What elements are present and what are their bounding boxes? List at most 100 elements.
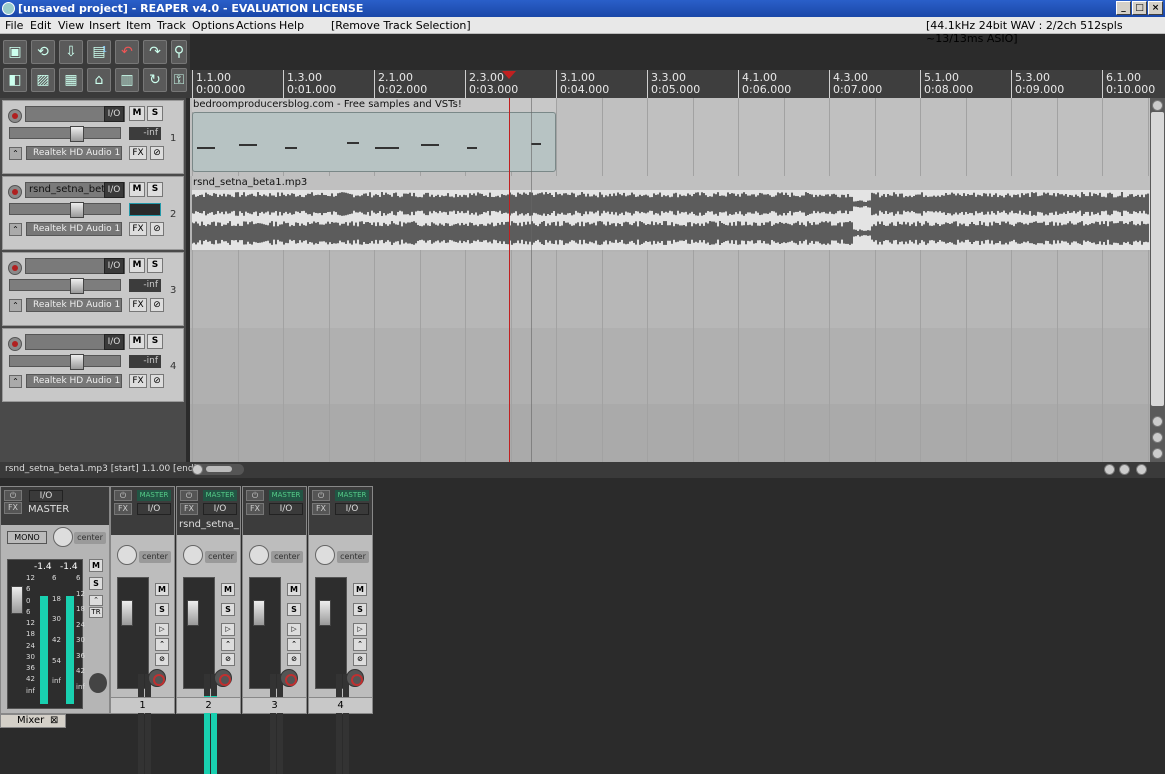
solo-button[interactable]: S xyxy=(147,258,163,273)
fader-cap[interactable] xyxy=(121,600,133,626)
mute-button[interactable]: M xyxy=(155,583,169,596)
record-arm-icon[interactable] xyxy=(214,669,232,687)
menu-file[interactable]: File xyxy=(5,19,23,32)
fx-button[interactable]: FX xyxy=(129,146,147,160)
mute-button[interactable]: M xyxy=(129,182,145,197)
phase-icon[interactable]: ⊘ xyxy=(150,146,164,160)
pan-knob[interactable] xyxy=(315,545,335,565)
fx-button[interactable]: FX xyxy=(129,298,147,312)
solo-button[interactable]: S xyxy=(155,603,169,616)
phase-icon[interactable]: ⊘ xyxy=(150,298,164,312)
mute-button[interactable]: M xyxy=(129,334,145,349)
track-4-lane[interactable] xyxy=(190,328,1150,404)
solo-button[interactable]: S xyxy=(353,603,367,616)
output-route-select[interactable]: Realtek HD Audio 1 xyxy=(26,146,122,160)
master-send-button[interactable]: MASTER xyxy=(203,490,237,501)
envelope-icon[interactable]: ⌃ xyxy=(287,638,301,651)
play-icon[interactable]: ▷ xyxy=(353,623,367,636)
redo-icon[interactable]: ↷ xyxy=(143,40,167,64)
menu-item[interactable]: Item xyxy=(126,19,151,32)
record-arm-icon[interactable] xyxy=(8,185,22,199)
grid-lines-icon[interactable]: ▥ xyxy=(115,68,139,92)
master-fx-button[interactable]: FX xyxy=(4,502,22,514)
fx-button[interactable]: FX xyxy=(129,222,147,236)
track-4-header[interactable]: I/O M S -inf ⌃ Realtek HD Audio 1 FX ⊘ 4 xyxy=(2,328,184,402)
menu-track[interactable]: Track xyxy=(157,19,186,32)
horizontal-scrollbar[interactable] xyxy=(192,464,244,475)
play-icon[interactable]: ▷ xyxy=(287,623,301,636)
fx-button[interactable]: FX xyxy=(129,374,147,388)
io-button[interactable]: I/O xyxy=(104,182,124,198)
ripple-edit-icon[interactable]: ▨ xyxy=(31,68,55,92)
mute-button[interactable]: M xyxy=(353,583,367,596)
master-io-button[interactable]: I/O xyxy=(29,490,63,502)
menu-help[interactable]: Help xyxy=(279,19,304,32)
master-pan-knob[interactable] xyxy=(53,527,73,547)
io-button[interactable]: I/O xyxy=(104,106,124,122)
io-button[interactable]: I/O xyxy=(269,503,303,515)
fader-cap[interactable] xyxy=(253,600,265,626)
envelope-icon[interactable]: ⌃ xyxy=(9,147,22,160)
phase-icon[interactable]: ⊘ xyxy=(150,222,164,236)
menu-view[interactable]: View xyxy=(58,19,84,32)
mute-button[interactable]: M xyxy=(287,583,301,596)
io-button[interactable]: I/O xyxy=(203,503,237,515)
io-button[interactable]: I/O xyxy=(104,258,124,274)
hzoom-in-icon[interactable] xyxy=(1119,464,1130,475)
envelope-icon[interactable]: ⌃ xyxy=(221,638,235,651)
scroll-down-icon[interactable] xyxy=(1152,448,1163,459)
power-icon[interactable]: ⏻ xyxy=(4,490,22,501)
save-project-icon[interactable]: ⇩ xyxy=(59,40,83,64)
fx-button[interactable]: FX xyxy=(114,503,132,515)
menu-insert[interactable]: Insert xyxy=(89,19,121,32)
fader-cap[interactable] xyxy=(187,600,199,626)
volume-fader[interactable] xyxy=(9,278,121,294)
master-solo-button[interactable]: S xyxy=(89,577,103,590)
menu-edit[interactable]: Edit xyxy=(30,19,51,32)
new-project-icon[interactable]: ▣ xyxy=(3,40,27,64)
loop-icon[interactable]: ↻ xyxy=(143,68,167,92)
master-mute-button[interactable]: M xyxy=(89,559,103,572)
solo-button[interactable]: S xyxy=(147,182,163,197)
envelope-icon[interactable]: ⌃ xyxy=(353,638,367,651)
scroll-thumb[interactable] xyxy=(1151,112,1164,406)
metronome-icon[interactable]: ⚲ xyxy=(171,40,187,64)
master-send-button[interactable]: MASTER xyxy=(269,490,303,501)
envelope-icon[interactable]: ⌂ xyxy=(87,68,111,92)
phase-icon[interactable]: ⊘ xyxy=(150,374,164,388)
master-send-button[interactable]: MASTER xyxy=(137,490,171,501)
record-arm-icon[interactable] xyxy=(346,669,364,687)
output-route-select[interactable]: Realtek HD Audio 1 xyxy=(26,222,122,236)
hzoom-out-icon[interactable] xyxy=(1136,464,1147,475)
record-arm-icon[interactable] xyxy=(148,669,166,687)
maximize-button[interactable]: □ xyxy=(1132,1,1147,15)
arrange-view[interactable]: bedroomproducersblog.com - Free samples … xyxy=(190,98,1150,462)
output-route-select[interactable]: Realtek HD Audio 1 xyxy=(26,374,122,388)
phase-icon[interactable]: ⊘ xyxy=(353,653,367,666)
power-icon[interactable]: ⏻ xyxy=(312,490,330,501)
playhead-marker-icon[interactable] xyxy=(502,71,516,79)
phase-icon[interactable]: ⊘ xyxy=(155,653,169,666)
play-icon[interactable]: ▷ xyxy=(221,623,235,636)
menu-options[interactable]: Options xyxy=(192,19,234,32)
mute-button[interactable]: M xyxy=(221,583,235,596)
track-3-header[interactable]: I/O M S -inf ⌃ Realtek HD Audio 1 FX ⊘ 3 xyxy=(2,252,184,326)
zoom-in-icon[interactable] xyxy=(1152,416,1163,427)
empty-lane[interactable] xyxy=(190,404,1150,462)
io-button[interactable]: I/O xyxy=(104,334,124,350)
vertical-scrollbar[interactable] xyxy=(1150,98,1165,462)
master-fader-cap[interactable] xyxy=(11,586,23,614)
envelope-icon[interactable]: ⌃ xyxy=(9,299,22,312)
master-send-button[interactable]: MASTER xyxy=(335,490,369,501)
envelope-icon[interactable]: ⌃ xyxy=(155,638,169,651)
menu-actions[interactable]: Actions xyxy=(236,19,276,32)
envelope-icon[interactable]: ⌃ xyxy=(89,595,103,606)
project-settings-icon[interactable]: ▤ 1 xyxy=(87,40,111,64)
hscroll-thumb[interactable] xyxy=(206,466,232,472)
fader-cap[interactable] xyxy=(319,600,331,626)
zoom-out-icon[interactable] xyxy=(1152,432,1163,443)
phase-icon[interactable]: ⊘ xyxy=(221,653,235,666)
mono-button[interactable]: MONO xyxy=(7,531,47,544)
record-arm-icon[interactable] xyxy=(8,261,22,275)
snap-icon[interactable]: ◧ xyxy=(3,68,27,92)
